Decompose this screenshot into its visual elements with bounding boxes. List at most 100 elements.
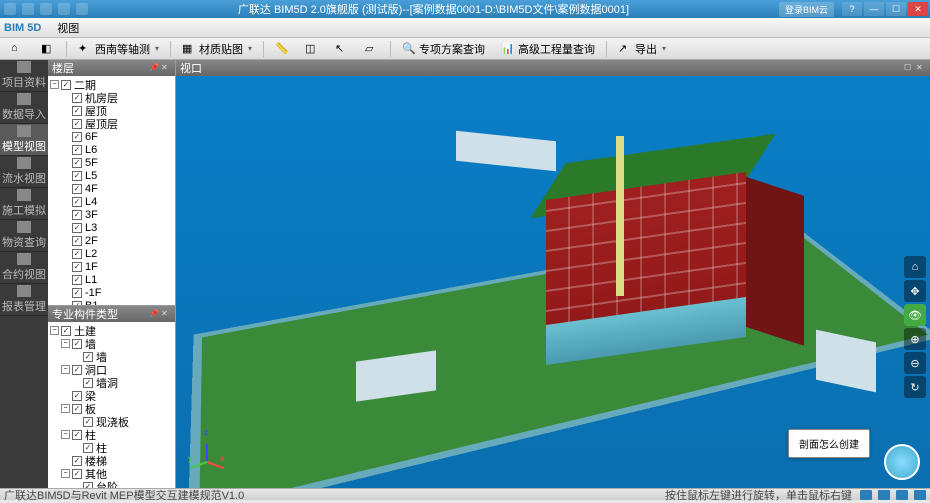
checkbox[interactable]: ✓ — [72, 469, 82, 479]
measure-button[interactable]: 📏 — [268, 40, 296, 58]
tree-toggle-icon[interactable]: − — [50, 80, 59, 89]
checkbox[interactable]: ✓ — [72, 171, 82, 181]
scene-3d[interactable]: z x y ⌂✥👁⊕⊖↻ 剖面怎么创建 — [176, 76, 930, 488]
axis-view-dropdown[interactable]: ✦西南等轴测 — [71, 40, 166, 58]
maximize-button[interactable]: ☐ — [886, 2, 906, 16]
checkbox[interactable]: ✓ — [83, 417, 93, 427]
checkbox[interactable]: ✓ — [72, 339, 82, 349]
tree-node[interactable]: ✓楼梯 — [50, 454, 173, 467]
checkbox[interactable]: ✓ — [72, 132, 82, 142]
adv-query-button[interactable]: 📊高级工程量查询 — [494, 40, 602, 58]
viewport-tool-2[interactable]: 👁 — [904, 304, 926, 326]
checkbox[interactable]: ✓ — [72, 223, 82, 233]
sidebar-item-2[interactable]: 模型视图 — [0, 124, 48, 156]
viewport-tool-1[interactable]: ✥ — [904, 280, 926, 302]
tree-node[interactable]: ✓墙洞 — [50, 376, 173, 389]
sidebar-item-7[interactable]: 报表管理 — [0, 284, 48, 316]
checkbox[interactable]: ✓ — [72, 93, 82, 103]
checkbox[interactable]: ✓ — [72, 197, 82, 207]
sidebar-item-6[interactable]: 合约视图 — [0, 252, 48, 284]
tree-node[interactable]: −✓墙 — [50, 337, 173, 350]
checkbox[interactable]: ✓ — [72, 145, 82, 155]
panel-pin-icon[interactable]: 📌 — [149, 309, 159, 319]
close-button[interactable]: ✕ — [908, 2, 928, 16]
tree-node[interactable]: ✓-1F — [50, 286, 173, 299]
tree-node[interactable]: ✓L1 — [50, 273, 173, 286]
sidebar-item-1[interactable]: 数据导入 — [0, 92, 48, 124]
tree-toggle-icon[interactable]: − — [61, 339, 70, 348]
tree-node[interactable]: ✓梁 — [50, 389, 173, 402]
checkbox[interactable]: ✓ — [72, 456, 82, 466]
viewport-tool-0[interactable]: ⌂ — [904, 256, 926, 278]
sidebar-item-0[interactable]: 项目资料 — [0, 60, 48, 92]
checkbox[interactable]: ✓ — [72, 404, 82, 414]
checkbox[interactable]: ✓ — [72, 288, 82, 298]
tree-node[interactable]: ✓1F — [50, 260, 173, 273]
sidebar-item-3[interactable]: 流水视图 — [0, 156, 48, 188]
checkbox[interactable]: ✓ — [83, 443, 93, 453]
checkbox[interactable]: ✓ — [72, 210, 82, 220]
viewport-close-icon[interactable]: ✕ — [916, 63, 926, 73]
tree-node[interactable]: ✓2F — [50, 234, 173, 247]
tree-node[interactable]: ✓机房层 — [50, 91, 173, 104]
tree-node[interactable]: ✓L2 — [50, 247, 173, 260]
tree-toggle-icon[interactable]: − — [61, 365, 70, 374]
checkbox[interactable]: ✓ — [72, 365, 82, 375]
tree-node[interactable]: ✓L6 — [50, 143, 173, 156]
checkbox[interactable]: ✓ — [72, 262, 82, 272]
checkbox[interactable]: ✓ — [61, 80, 71, 90]
viewport-tool-5[interactable]: ↻ — [904, 376, 926, 398]
panel-close-icon[interactable]: ✕ — [161, 63, 171, 73]
tree-node[interactable]: ✓6F — [50, 130, 173, 143]
sidebar-item-5[interactable]: 物资查询 — [0, 220, 48, 252]
status-user-icon[interactable] — [896, 490, 908, 500]
checkbox[interactable]: ✓ — [72, 391, 82, 401]
checkbox[interactable]: ✓ — [72, 275, 82, 285]
status-users-icon[interactable] — [914, 490, 926, 500]
menu-view[interactable]: 视图 — [49, 18, 87, 38]
tree-node[interactable]: ✓墙 — [50, 350, 173, 363]
panel-close-icon[interactable]: ✕ — [161, 309, 171, 319]
panel-pin-icon[interactable]: 📌 — [149, 63, 159, 73]
area-button[interactable]: ▱ — [358, 40, 386, 58]
tree-toggle-icon[interactable]: − — [61, 430, 70, 439]
redo-icon[interactable] — [58, 3, 70, 15]
help-button[interactable]: ? — [842, 2, 862, 16]
status-chat-icon[interactable] — [860, 490, 872, 500]
checkbox[interactable]: ✓ — [72, 236, 82, 246]
tool-home-button[interactable]: ⌂ — [4, 40, 32, 58]
viewport-max-icon[interactable]: ☐ — [904, 63, 914, 73]
tree-node[interactable]: −✓土建 — [50, 324, 173, 337]
special-query-button[interactable]: 🔍专项方案查询 — [395, 40, 492, 58]
checkbox[interactable]: ✓ — [72, 430, 82, 440]
mascot-icon[interactable] — [884, 444, 920, 480]
minimize-button[interactable]: — — [864, 2, 884, 16]
tree-node[interactable]: ✓4F — [50, 182, 173, 195]
viewport-tool-4[interactable]: ⊖ — [904, 352, 926, 374]
tree-toggle-icon[interactable]: − — [61, 404, 70, 413]
tree-node[interactable]: −✓柱 — [50, 428, 173, 441]
save-icon[interactable] — [22, 3, 34, 15]
tree-node[interactable]: ✓L3 — [50, 221, 173, 234]
export-dropdown[interactable]: ↗导出 — [611, 40, 673, 58]
tree-toggle-icon[interactable]: − — [61, 469, 70, 478]
tree-node[interactable]: ✓5F — [50, 156, 173, 169]
tree-node[interactable]: ✓屋顶层 — [50, 117, 173, 130]
viewport-tool-3[interactable]: ⊕ — [904, 328, 926, 350]
tree-node[interactable]: ✓L5 — [50, 169, 173, 182]
tree-node[interactable]: ✓L4 — [50, 195, 173, 208]
undo-icon[interactable] — [40, 3, 52, 15]
material-dropdown[interactable]: ▦材质贴图 — [175, 40, 259, 58]
tree-node[interactable]: ✓B1 — [50, 299, 173, 306]
checkbox[interactable]: ✓ — [83, 352, 93, 362]
tree-toggle-icon[interactable]: − — [50, 326, 59, 335]
checkbox[interactable]: ✓ — [61, 326, 71, 336]
checkbox[interactable]: ✓ — [72, 249, 82, 259]
checkbox[interactable]: ✓ — [72, 106, 82, 116]
checkbox[interactable]: ✓ — [72, 184, 82, 194]
tree-node[interactable]: ✓柱 — [50, 441, 173, 454]
checkbox[interactable]: ✓ — [72, 119, 82, 129]
status-chart-icon[interactable] — [878, 490, 890, 500]
settings-icon[interactable] — [76, 3, 88, 15]
select-button[interactable]: ↖ — [328, 40, 356, 58]
